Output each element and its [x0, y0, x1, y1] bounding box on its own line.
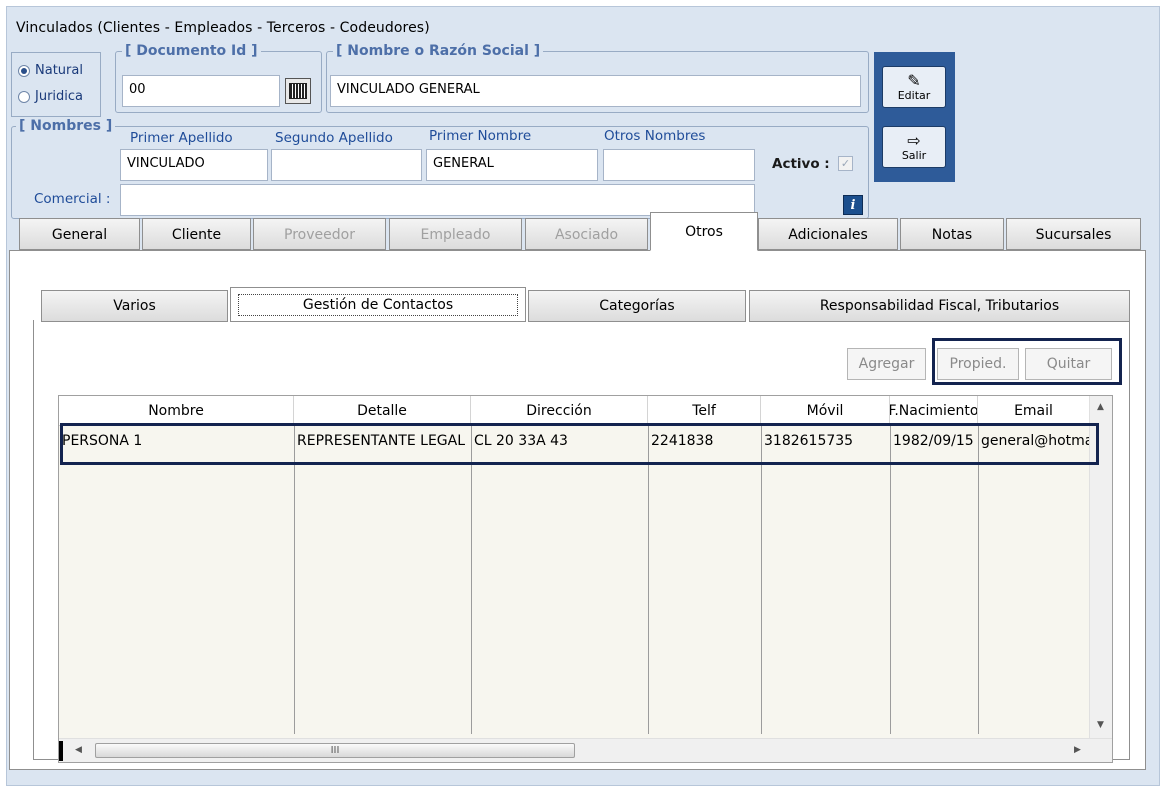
segundo-apellido-input[interactable]: [271, 149, 422, 181]
col-detalle[interactable]: Detalle: [294, 396, 471, 426]
col-email[interactable]: Email: [978, 396, 1090, 426]
salir-label: Salir: [901, 148, 927, 162]
tab-asociado[interactable]: Asociado: [525, 218, 648, 250]
primer-apellido-label: Primer Apellido: [130, 130, 233, 146]
otros-nombres-label: Otros Nombres: [604, 128, 706, 144]
radio-juridica[interactable]: Juridica: [18, 89, 83, 104]
scroll-thumb-grip: III: [330, 745, 340, 756]
subtab-varios[interactable]: Varios: [41, 290, 228, 322]
radio-natural-label: Natural: [35, 63, 83, 78]
primer-apellido-input[interactable]: VINCULADO: [120, 149, 268, 181]
col-fnacimiento[interactable]: F.Nacimiento: [890, 396, 978, 426]
contacts-grid: Nombre Detalle Dirección Telf Móvil F.Na…: [58, 395, 1113, 763]
primer-nombre-input[interactable]: GENERAL: [426, 149, 598, 181]
comercial-label: Comercial :: [34, 191, 111, 207]
subtab-responsabilidad-fiscal[interactable]: Responsabilidad Fiscal, Tributarios: [749, 290, 1130, 322]
grid-line: [761, 426, 762, 734]
radio-juridica-dot[interactable]: [18, 90, 30, 103]
col-telf[interactable]: Telf: [648, 396, 761, 426]
cell-movil[interactable]: 3182615735: [761, 426, 890, 456]
radio-natural-dot[interactable]: [18, 64, 30, 77]
radio-natural[interactable]: Natural: [18, 63, 83, 78]
barcode-icon: [289, 83, 307, 99]
cell-fnacimiento[interactable]: 1982/09/15: [890, 426, 978, 456]
grid-line: [890, 426, 891, 734]
cell-nombre[interactable]: PERSONA 1: [59, 426, 294, 456]
cell-email[interactable]: general@hotma: [978, 426, 1090, 456]
side-action-panel: ✎ Editar ⇨ Salir: [874, 52, 955, 182]
razon-social-legend: [ Nombre o Razón Social ]: [336, 43, 541, 59]
documento-input[interactable]: 00: [122, 75, 280, 107]
edit-form-icon: ✎: [907, 70, 921, 90]
tab-cliente[interactable]: Cliente: [142, 218, 251, 250]
segundo-apellido-label: Segundo Apellido: [275, 130, 393, 146]
razon-social-input[interactable]: VINCULADO GENERAL: [330, 75, 861, 107]
activo-label: Activo :: [772, 156, 830, 172]
tab-general[interactable]: General: [19, 218, 140, 250]
grid-line: [471, 426, 472, 734]
col-direccion[interactable]: Dirección: [471, 396, 648, 426]
col-nombre[interactable]: Nombre: [59, 396, 294, 426]
subtab-categorias[interactable]: Categorías: [528, 290, 746, 322]
grid-line: [294, 426, 295, 734]
grid-vertical-scrollbar[interactable]: ▲ ▼: [1089, 396, 1112, 740]
col-movil[interactable]: Móvil: [761, 396, 890, 426]
propied-button[interactable]: Propied.: [937, 348, 1019, 380]
cell-telf[interactable]: 2241838: [648, 426, 761, 456]
agregar-button[interactable]: Agregar: [847, 348, 926, 380]
scroll-thumb[interactable]: III: [95, 743, 575, 758]
info-icon: i: [850, 197, 856, 213]
tab-empleado[interactable]: Empleado: [389, 218, 522, 250]
subtab-gestion-contactos[interactable]: Gestión de Contactos: [230, 287, 526, 322]
scroll-left-icon[interactable]: ◀: [75, 745, 82, 755]
subtab-gestion-contactos-label: Gestión de Contactos: [237, 294, 519, 316]
cell-detalle[interactable]: REPRESENTANTE LEGAL: [294, 426, 471, 456]
grid-line: [648, 426, 649, 734]
scroll-up-icon[interactable]: ▲: [1097, 402, 1104, 412]
scroll-down-icon[interactable]: ▼: [1097, 720, 1104, 730]
tab-notas[interactable]: Notas: [900, 218, 1004, 250]
otros-nombres-input[interactable]: [603, 149, 755, 181]
window-title: Vinculados (Clientes - Empleados - Terce…: [16, 20, 430, 36]
primer-nombre-label: Primer Nombre: [429, 128, 532, 144]
tab-sucursales[interactable]: Sucursales: [1006, 218, 1141, 250]
tab-otros[interactable]: Otros: [650, 212, 758, 251]
checkmark-icon: ✓: [840, 157, 851, 170]
documento-legend: [ Documento Id ]: [125, 43, 258, 59]
quitar-button[interactable]: Quitar: [1025, 348, 1112, 380]
activo-checkbox[interactable]: ✓: [838, 156, 853, 171]
grid-horizontal-scrollbar[interactable]: ◀ III ▶: [59, 738, 1112, 762]
persona-tipo-group: Natural Juridica: [11, 52, 101, 117]
radio-juridica-label: Juridica: [35, 89, 84, 104]
grid-line: [978, 426, 979, 734]
tab-adicionales[interactable]: Adicionales: [758, 218, 898, 250]
editar-label: Editar: [897, 88, 931, 102]
barcode-button[interactable]: [285, 78, 311, 104]
salir-button[interactable]: ⇨ Salir: [882, 126, 946, 168]
nombres-legend: [ Nombres ]: [19, 118, 113, 134]
grid-header: Nombre Detalle Dirección Telf Móvil F.Na…: [59, 396, 1090, 426]
row-indicator: [59, 741, 63, 761]
scroll-right-icon[interactable]: ▶: [1074, 745, 1081, 755]
exit-door-icon: ⇨: [907, 130, 921, 150]
editar-button[interactable]: ✎ Editar: [882, 66, 946, 108]
cell-direccion[interactable]: CL 20 33A 43: [471, 426, 648, 456]
info-button[interactable]: i: [843, 195, 863, 215]
table-row[interactable]: PERSONA 1 REPRESENTANTE LEGAL CL 20 33A …: [59, 426, 1090, 456]
tab-proveedor[interactable]: Proveedor: [253, 218, 386, 250]
